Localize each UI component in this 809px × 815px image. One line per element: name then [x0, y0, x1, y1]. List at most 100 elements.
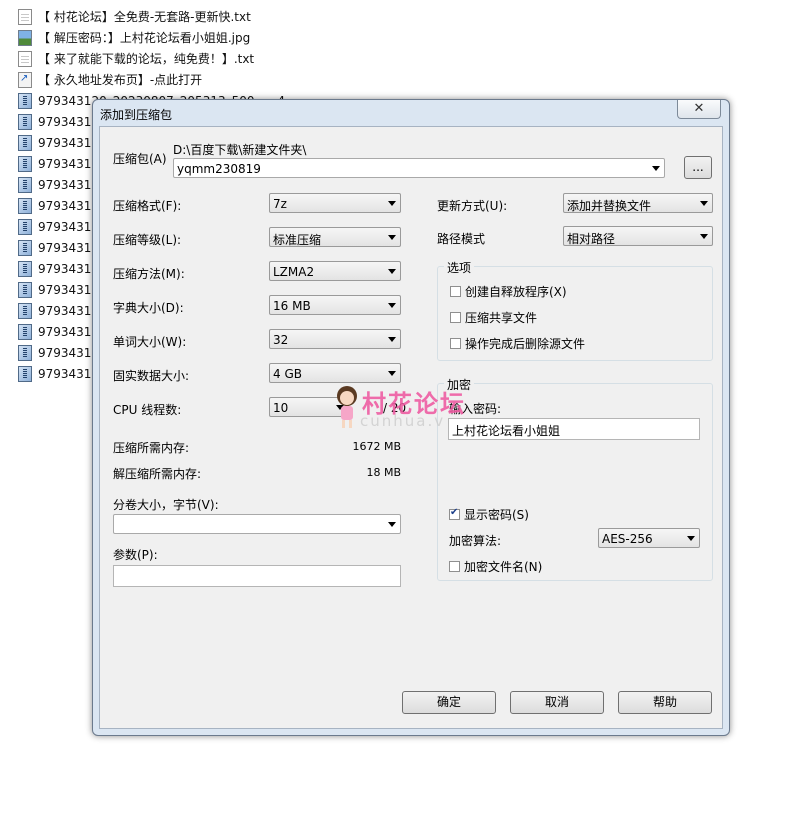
archive-file-icon	[18, 365, 32, 382]
archive-file-icon	[18, 197, 32, 214]
level-label: 压缩等级(L):	[113, 233, 182, 247]
chevron-down-icon	[700, 201, 708, 206]
dict-value: 16 MB	[273, 299, 311, 313]
split-combo[interactable]	[113, 514, 401, 534]
encryption-title: 加密	[444, 376, 475, 393]
chevron-down-icon	[700, 234, 708, 239]
params-label: 参数(P):	[113, 548, 158, 562]
dict-combo[interactable]: 16 MB	[269, 295, 401, 315]
archive-file-icon	[18, 344, 32, 361]
enc-method-combo[interactable]: AES-256	[598, 528, 700, 548]
archive-file-icon	[18, 302, 32, 319]
enc-method-value: AES-256	[602, 532, 653, 546]
password-label: 输入密码:	[449, 402, 502, 416]
level-value: 标准压缩	[273, 233, 322, 247]
archive-file-icon	[18, 281, 32, 298]
password-input[interactable]: 上村花论坛看小姐姐	[448, 418, 700, 440]
method-combo[interactable]: LZMA2	[269, 261, 401, 281]
solid-label: 固实数据大小:	[113, 369, 190, 383]
checkbox-icon	[449, 561, 460, 572]
encrypt-names-checkbox[interactable]: 加密文件名(N)	[449, 558, 542, 575]
encryption-group: 加密 输入密码: 上村花论坛看小姐姐 显示密码(S) 加密算法: AES-256…	[437, 376, 713, 581]
title-bar[interactable]: 添加到压缩包 ✕	[93, 100, 729, 126]
split-label: 分卷大小，字节(V):	[113, 498, 219, 512]
pathmode-value: 相对路径	[567, 232, 616, 246]
solid-combo[interactable]: 4 GB	[269, 363, 401, 383]
archive-file-icon	[18, 134, 32, 151]
cancel-button[interactable]: 取消	[510, 691, 604, 714]
checkmark-icon	[449, 507, 460, 520]
archive-file-icon	[18, 323, 32, 340]
update-value: 添加并替换文件	[567, 199, 652, 213]
method-value: LZMA2	[273, 265, 315, 279]
delete-source-label: 操作完成后删除源文件	[465, 337, 586, 351]
file-name: 【 来了就能下载的论坛，纯免费！】.txt	[38, 52, 255, 66]
update-label: 更新方式(U):	[437, 199, 508, 213]
cpu-total: / 20	[383, 401, 407, 415]
file-name: 【 永久地址发布页】-点此打开	[38, 73, 203, 87]
chevron-down-icon	[388, 522, 396, 527]
show-password-label: 显示密码(S)	[464, 508, 529, 522]
text-file-icon	[18, 50, 32, 67]
word-value: 32	[273, 333, 289, 347]
ok-button[interactable]: 确定	[402, 691, 496, 714]
level-combo[interactable]: 标准压缩	[269, 227, 401, 247]
encrypt-names-label: 加密文件名(N)	[464, 560, 543, 574]
update-combo[interactable]: 添加并替换文件	[563, 193, 713, 213]
file-list-item[interactable]: 【 村花论坛】全免费-无套路-更新快.txt	[18, 6, 318, 27]
mem-decomp-label: 解压缩所需内存:	[113, 467, 202, 481]
archive-file-icon	[18, 218, 32, 235]
text-file-icon	[18, 8, 32, 25]
word-label: 单词大小(W):	[113, 335, 187, 349]
chevron-down-icon	[388, 235, 396, 240]
chevron-down-icon	[687, 536, 695, 541]
mem-comp-value: 1672 MB	[352, 440, 401, 453]
checkbox-icon	[450, 286, 461, 297]
cpu-label: CPU 线程数:	[113, 403, 182, 417]
archive-label: 压缩包(A)	[113, 152, 167, 166]
close-button[interactable]: ✕	[677, 100, 721, 119]
shared-label: 压缩共享文件	[465, 311, 538, 325]
chevron-down-icon	[388, 269, 396, 274]
pathmode-combo[interactable]: 相对路径	[563, 226, 713, 246]
word-combo[interactable]: 32	[269, 329, 401, 349]
sfx-checkbox[interactable]: 创建自释放程序(X)	[450, 283, 567, 300]
chevron-down-icon	[336, 405, 344, 410]
file-list-item[interactable]: 【 解压密码：】上村花论坛看小姐姐.jpg	[18, 27, 318, 48]
shortcut-icon	[18, 71, 32, 88]
archive-file-icon	[18, 260, 32, 277]
shared-checkbox[interactable]: 压缩共享文件	[450, 309, 537, 326]
archive-name-combo[interactable]: yqmm230819	[173, 158, 665, 178]
archive-file-icon	[18, 176, 32, 193]
solid-value: 4 GB	[273, 367, 302, 381]
checkbox-icon	[450, 338, 461, 349]
mem-decomp-value: 18 MB	[366, 466, 401, 479]
delete-source-checkbox[interactable]: 操作完成后删除源文件	[450, 335, 585, 352]
archive-file-icon	[18, 92, 32, 109]
browse-button[interactable]: ...	[684, 156, 712, 179]
file-list-item[interactable]: 【 来了就能下载的论坛，纯免费！】.txt	[18, 48, 318, 69]
chevron-down-icon	[388, 371, 396, 376]
checkbox-icon	[450, 312, 461, 323]
archive-path: D:\百度下载\新建文件夹\	[173, 143, 307, 157]
cpu-combo[interactable]: 10	[269, 397, 349, 417]
format-combo[interactable]: 7z	[269, 193, 401, 213]
password-value: 上村花论坛看小姐姐	[452, 424, 561, 438]
show-password-checkbox[interactable]: 显示密码(S)	[449, 506, 529, 523]
file-list-item[interactable]: 【 永久地址发布页】-点此打开	[18, 69, 318, 90]
chevron-down-icon	[652, 166, 660, 171]
chevron-down-icon	[388, 337, 396, 342]
file-name: 【 村花论坛】全免费-无套路-更新快.txt	[38, 10, 251, 24]
mem-comp-label: 压缩所需内存:	[113, 441, 190, 455]
archive-name-value: yqmm230819	[177, 162, 261, 176]
archive-file-icon	[18, 113, 32, 130]
params-input[interactable]	[113, 565, 401, 587]
archive-file-icon	[18, 155, 32, 172]
image-file-icon	[18, 29, 32, 46]
pathmode-label: 路径模式	[437, 232, 486, 246]
help-button[interactable]: 帮助	[618, 691, 712, 714]
sfx-label: 创建自释放程序(X)	[465, 285, 567, 299]
file-name: 【 解压密码：】上村花论坛看小姐姐.jpg	[38, 31, 251, 45]
chevron-down-icon	[388, 201, 396, 206]
dialog-title: 添加到压缩包	[100, 108, 173, 122]
